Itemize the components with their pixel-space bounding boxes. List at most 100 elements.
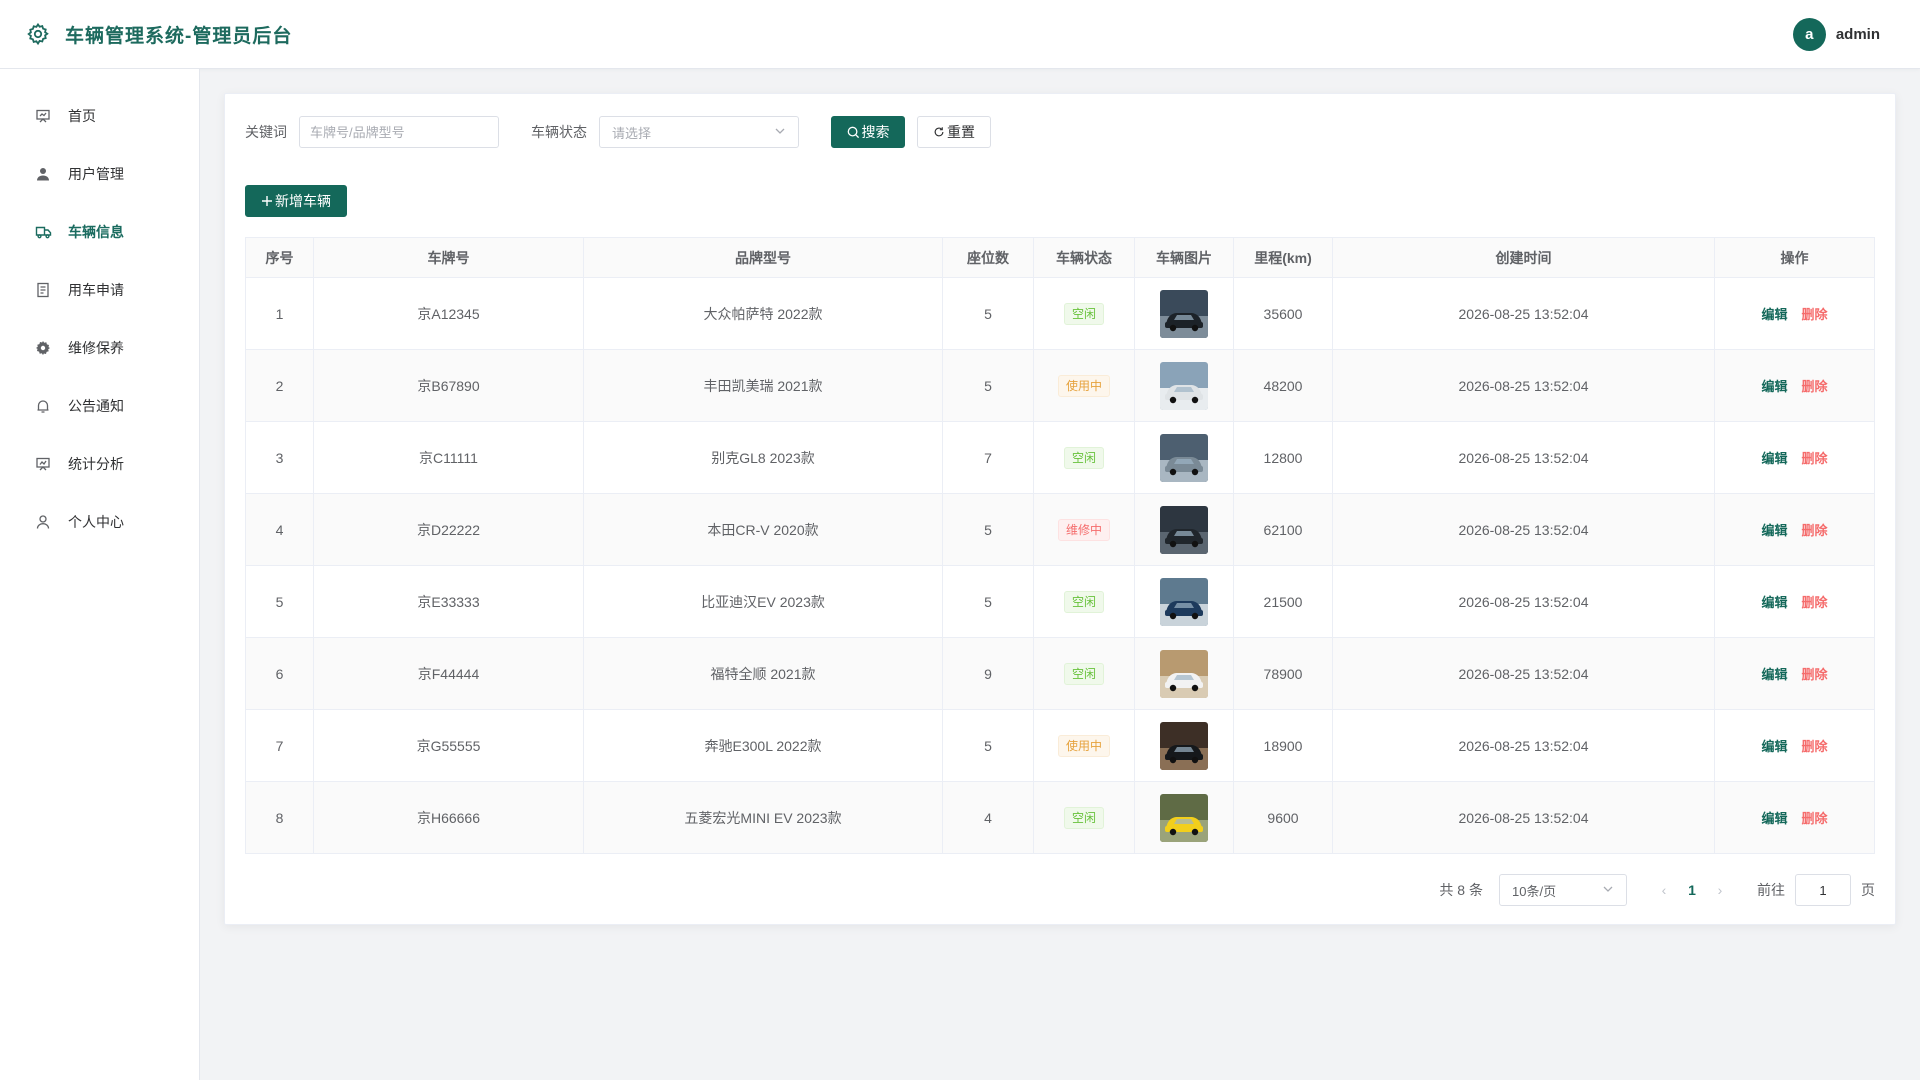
cell-plate: 京D22222 xyxy=(313,493,584,566)
column-header: 创建时间 xyxy=(1332,237,1715,278)
search-icon xyxy=(847,126,860,139)
plus-icon xyxy=(261,195,273,207)
cell-index: 2 xyxy=(245,349,314,422)
delete-button[interactable]: 删除 xyxy=(1802,667,1828,682)
page-number-current[interactable]: 1 xyxy=(1677,882,1707,898)
page-size-select[interactable]: 10条/页 xyxy=(1499,874,1627,906)
cell-model: 比亚迪汉EV 2023款 xyxy=(583,565,943,638)
delete-button[interactable]: 删除 xyxy=(1802,451,1828,466)
table-row: 3 京C11111 别克GL8 2023款 7 空闲 12800 2026-08-25 13… xyxy=(245,421,1875,494)
edit-button[interactable]: 编辑 xyxy=(1761,307,1787,322)
column-header: 车辆状态 xyxy=(1033,237,1135,278)
table-row: 8 京H66666 五菱宏光MINI EV 2023款 4 空闲 9600 2026-08-… xyxy=(245,781,1875,854)
table-row: 6 京F44444 福特全顺 2021款 9 空闲 78900 2026-08-25 13:… xyxy=(245,637,1875,710)
car-photo-white-sedan[interactable] xyxy=(1160,361,1208,410)
delete-button[interactable]: 删除 xyxy=(1802,379,1828,394)
table-row: 4 京D22222 本田CR-V 2020款 5 维修中 62100 2026-08-25 … xyxy=(245,493,1875,566)
sidebar-item-7[interactable]: 个人中心 xyxy=(0,493,199,551)
car-photo-white-van[interactable] xyxy=(1160,649,1208,698)
sidebar-item-label: 统计分析 xyxy=(68,456,124,472)
sidebar-item-label: 首页 xyxy=(68,108,96,124)
sidebar-item-label: 用车申请 xyxy=(68,282,124,298)
cell-photo xyxy=(1134,349,1234,422)
car-photo-dark-sedan[interactable] xyxy=(1160,289,1208,338)
status-label: 车辆状态 xyxy=(531,124,587,140)
edit-button[interactable]: 编辑 xyxy=(1761,379,1787,394)
edit-button[interactable]: 编辑 xyxy=(1761,811,1787,826)
cell-status: 使用中 xyxy=(1033,709,1135,782)
user-menu[interactable]: a admin xyxy=(1792,18,1880,51)
cell-plate: 京B67890 xyxy=(313,349,584,422)
edit-button[interactable]: 编辑 xyxy=(1761,739,1787,754)
table-row: 1 京A12345 大众帕萨特 2022款 5 空闲 35600 2026-08-25 13… xyxy=(245,277,1875,350)
prev-page-button[interactable]: ‹ xyxy=(1651,882,1677,898)
cell-mileage: 9600 xyxy=(1233,781,1333,854)
cell-actions: 编辑 删除 xyxy=(1714,277,1875,350)
keyword-input[interactable] xyxy=(299,116,499,148)
sidebar-item-3[interactable]: 用车申请 xyxy=(0,261,199,319)
status-badge: 空闲 xyxy=(1063,590,1104,613)
delete-button[interactable]: 删除 xyxy=(1802,523,1828,538)
cell-status: 空闲 xyxy=(1033,277,1135,350)
edit-button[interactable]: 编辑 xyxy=(1761,595,1787,610)
cell-plate: 京H66666 xyxy=(313,781,584,854)
user-icon xyxy=(34,165,52,183)
cell-seats: 5 xyxy=(942,709,1034,782)
cell-seats: 5 xyxy=(942,493,1034,566)
sidebar-item-label: 用户管理 xyxy=(68,166,124,182)
cell-mileage: 21500 xyxy=(1233,565,1333,638)
keyword-label: 关键词 xyxy=(245,124,287,140)
car-photo-yellow-mini[interactable] xyxy=(1160,793,1208,842)
cell-status: 空闲 xyxy=(1033,637,1135,710)
delete-button[interactable]: 删除 xyxy=(1802,739,1828,754)
cell-status: 使用中 xyxy=(1033,349,1135,422)
edit-button[interactable]: 编辑 xyxy=(1761,667,1787,682)
username[interactable]: admin xyxy=(1836,26,1880,43)
sidebar-item-4[interactable]: 维修保养 xyxy=(0,319,199,377)
avatar[interactable]: a xyxy=(1792,18,1826,51)
edit-button[interactable]: 编辑 xyxy=(1761,451,1787,466)
cell-plate: 京G55555 xyxy=(313,709,584,782)
car-photo-black-sedan[interactable] xyxy=(1160,721,1208,770)
car-photo-dark-suv[interactable] xyxy=(1160,505,1208,554)
cell-seats: 7 xyxy=(942,421,1034,494)
sidebar-item-0[interactable]: 首页 xyxy=(0,87,199,145)
cell-created: 2026-08-25 13:52:04 xyxy=(1332,637,1715,710)
column-header: 车辆图片 xyxy=(1134,237,1234,278)
chevron-down-icon xyxy=(1602,883,1614,898)
status-badge: 空闲 xyxy=(1063,662,1104,685)
cell-model: 本田CR-V 2020款 xyxy=(583,493,943,566)
sidebar-item-1[interactable]: 用户管理 xyxy=(0,145,199,203)
sidebar-item-2[interactable]: 车辆信息 xyxy=(0,203,199,261)
sidebar-item-5[interactable]: 公告通知 xyxy=(0,377,199,435)
cell-created: 2026-08-25 13:52:04 xyxy=(1332,565,1715,638)
status-badge: 空闲 xyxy=(1063,302,1104,325)
cell-seats: 5 xyxy=(942,349,1034,422)
reset-button[interactable]: 重置 xyxy=(917,116,991,148)
chevron-down-icon xyxy=(774,125,786,140)
delete-button[interactable]: 删除 xyxy=(1802,595,1828,610)
search-button[interactable]: 搜索 xyxy=(831,116,905,148)
delete-button[interactable]: 删除 xyxy=(1802,811,1828,826)
gear-icon xyxy=(25,21,51,47)
person-icon xyxy=(34,513,52,531)
sidebar-item-6[interactable]: 统计分析 xyxy=(0,435,199,493)
cell-index: 7 xyxy=(245,709,314,782)
delete-button[interactable]: 删除 xyxy=(1802,307,1828,322)
edit-button[interactable]: 编辑 xyxy=(1761,523,1787,538)
add-vehicle-button[interactable]: 新增车辆 xyxy=(245,185,347,217)
goto-page-input[interactable] xyxy=(1795,874,1851,906)
cell-photo xyxy=(1134,781,1234,854)
status-select[interactable]: 请选择 xyxy=(599,116,799,148)
next-page-button[interactable]: › xyxy=(1707,882,1733,898)
page-size-value: 10条/页 xyxy=(1512,883,1557,899)
cell-index: 4 xyxy=(245,493,314,566)
car-photo-silver-car[interactable] xyxy=(1160,433,1208,482)
table-body: 1 京A12345 大众帕萨特 2022款 5 空闲 35600 2026-08-25 13… xyxy=(245,277,1875,854)
car-photo-blue-sedan[interactable] xyxy=(1160,577,1208,626)
cell-mileage: 18900 xyxy=(1233,709,1333,782)
cell-actions: 编辑 删除 xyxy=(1714,637,1875,710)
cell-status: 空闲 xyxy=(1033,565,1135,638)
column-header: 里程(km) xyxy=(1233,237,1333,278)
goto-label: 前往 xyxy=(1757,882,1785,898)
